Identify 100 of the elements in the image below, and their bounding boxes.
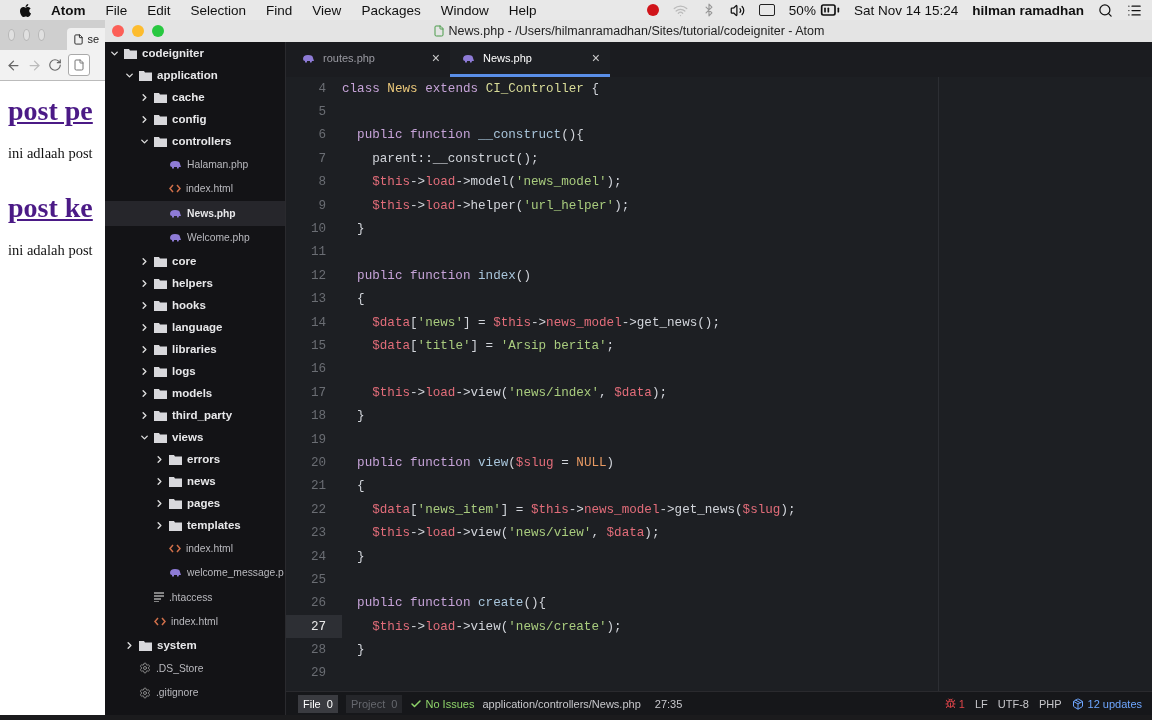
file-row[interactable]: News.php	[105, 201, 285, 226]
cursor-position[interactable]: 27:35	[654, 697, 683, 710]
window-dot[interactable]	[23, 29, 31, 41]
grammar[interactable]: PHP	[1038, 697, 1062, 710]
close-icon[interactable]: ×	[431, 50, 440, 66]
list-icon[interactable]	[1127, 2, 1142, 18]
updates-link[interactable]: 12 updates	[1071, 697, 1142, 710]
code-line: class News extends CI_Controller {	[342, 81, 599, 96]
file-row[interactable]: .htaccess	[105, 585, 285, 610]
window-dot[interactable]	[8, 29, 16, 41]
folder-row[interactable]: models	[105, 382, 285, 404]
line-number: 16	[309, 361, 327, 379]
folder-icon	[154, 387, 167, 399]
menu-clock[interactable]: Sat Nov 14 15:24	[853, 2, 959, 18]
file-row[interactable]: Halaman.php	[105, 152, 285, 177]
elephant-icon	[302, 53, 315, 63]
menu-item[interactable]: Packages	[361, 2, 421, 18]
chevron-right-icon	[139, 365, 150, 377]
folder-row[interactable]: core	[105, 250, 285, 272]
folder-row[interactable]: system	[105, 634, 285, 656]
folder-row[interactable]: controllers	[105, 130, 285, 152]
menu-item[interactable]: View	[312, 2, 342, 18]
folder-row[interactable]: language	[105, 316, 285, 338]
user-name[interactable]: hilman ramadhan	[972, 2, 1084, 18]
battery-percent: 50%	[788, 2, 816, 18]
minimize-button[interactable]	[132, 25, 144, 37]
folder-icon	[169, 453, 182, 465]
folder-row[interactable]: pages	[105, 492, 285, 514]
chevron-right-icon	[139, 409, 150, 421]
reload-icon[interactable]	[48, 58, 62, 72]
menu-item[interactable]: Edit	[147, 2, 171, 18]
volume-icon[interactable]	[729, 2, 745, 18]
chevron-right-icon	[139, 387, 150, 399]
file-row[interactable]: .DS_Store	[105, 656, 285, 681]
folder-row[interactable]: third_party	[105, 404, 285, 426]
address-field[interactable]	[68, 54, 90, 76]
close-icon[interactable]: ×	[591, 50, 600, 66]
back-icon[interactable]	[6, 57, 21, 73]
line-number: 24	[309, 548, 327, 566]
wifi-icon[interactable]	[672, 2, 688, 18]
code-line: }	[356, 643, 365, 658]
file-row[interactable]: index.html	[105, 176, 285, 201]
close-button[interactable]	[112, 25, 124, 37]
code-line: public function view($slug = NULL)	[356, 455, 615, 470]
apple-icon[interactable]	[18, 2, 33, 18]
issues-status[interactable]: No Issues	[410, 697, 475, 710]
app-menu[interactable]: Atom	[51, 2, 86, 18]
file-row[interactable]: welcome_message.p	[105, 560, 285, 585]
code-brackets-icon	[169, 543, 181, 553]
bug-icon	[944, 698, 956, 709]
folder-row[interactable]: libraries	[105, 338, 285, 360]
folder-row[interactable]: views	[105, 426, 285, 448]
file-row[interactable]: Welcome.php	[105, 225, 285, 250]
window-dot[interactable]	[38, 29, 46, 41]
encoding[interactable]: UTF-8	[997, 697, 1029, 710]
zoom-button[interactable]	[152, 25, 164, 37]
file-issues-tab[interactable]: File 0	[298, 694, 338, 713]
browser-tab[interactable]: se	[67, 28, 105, 50]
folder-icon	[154, 321, 167, 333]
search-icon[interactable]	[1098, 2, 1113, 18]
elephant-icon	[169, 208, 182, 218]
code-line: $this->load->view('news/create');	[371, 619, 622, 634]
file-tab[interactable]: routes.php ×	[290, 42, 450, 77]
file-row[interactable]: index.html	[105, 536, 285, 561]
line-number: 7	[317, 150, 327, 168]
forward-icon[interactable]	[27, 57, 42, 73]
line-ending[interactable]: LF	[974, 697, 988, 710]
folder-row[interactable]: errors	[105, 448, 285, 470]
folder-row[interactable]: helpers	[105, 272, 285, 294]
error-count[interactable]: 1	[944, 697, 965, 710]
chevron-right-icon	[154, 519, 165, 531]
folder-row[interactable]: news	[105, 470, 285, 492]
file-row[interactable]: .gitignore	[105, 680, 285, 705]
menu-item[interactable]: Selection	[190, 2, 247, 18]
line-number: 19	[309, 431, 327, 449]
line-number: 4	[317, 80, 327, 98]
menu-item[interactable]: Find	[266, 2, 293, 18]
menu-item[interactable]: Window	[440, 2, 489, 18]
folder-row[interactable]: cache	[105, 86, 285, 108]
folder-row[interactable]: application	[105, 64, 285, 86]
chevron-right-icon	[139, 343, 150, 355]
file-row[interactable]: index.html	[105, 609, 285, 634]
record-icon[interactable]	[646, 4, 659, 16]
line-number: 20	[309, 454, 327, 472]
folder-row[interactable]: logs	[105, 360, 285, 382]
line-number: 18	[309, 408, 327, 426]
menu-item[interactable]: File	[105, 2, 128, 18]
window-title: News.php - /Users/hilmanramadhan/Sites/tutorial/codeigniter - Atom	[448, 24, 825, 38]
post-link[interactable]: post pe	[8, 95, 93, 127]
folder-row[interactable]: templates	[105, 514, 285, 536]
line-number: 8	[317, 174, 327, 192]
folder-icon	[154, 135, 167, 147]
folder-row[interactable]: config	[105, 108, 285, 130]
code-line: }	[356, 409, 365, 424]
menu-item[interactable]: Help	[508, 2, 537, 18]
code-brackets-icon	[154, 617, 166, 627]
post-link[interactable]: post ke	[8, 192, 93, 224]
folder-row[interactable]: codeigniter	[105, 42, 285, 64]
folder-row[interactable]: hooks	[105, 294, 285, 316]
file-path[interactable]: application/controllers/News.php	[482, 697, 641, 710]
